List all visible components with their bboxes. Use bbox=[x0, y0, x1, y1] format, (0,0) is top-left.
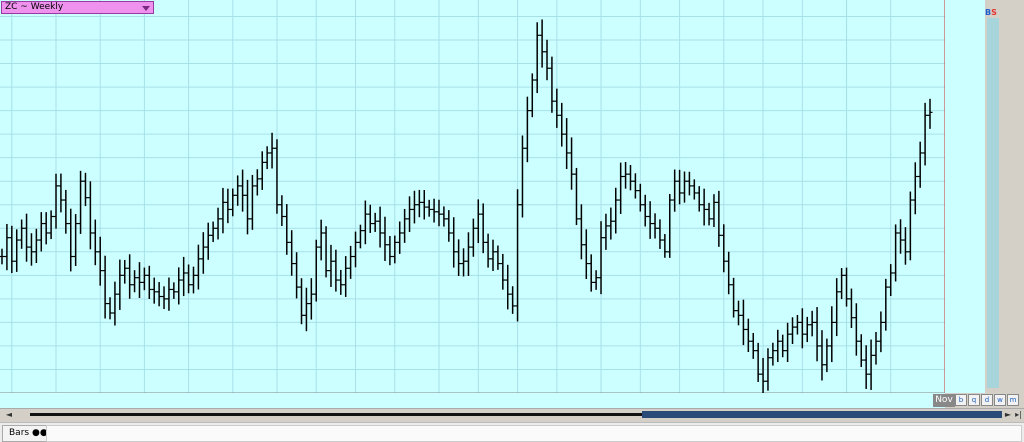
symbol-title: ZC ~ Weekly bbox=[5, 2, 64, 12]
price-axis bbox=[945, 0, 985, 393]
vertical-scroll-track[interactable] bbox=[987, 18, 999, 388]
scroll-left-icon[interactable]: ◄ bbox=[4, 410, 14, 420]
period-button[interactable]: m bbox=[1007, 394, 1019, 406]
buy-sell-toggle[interactable]: BS bbox=[985, 8, 997, 17]
scroll-right-icon[interactable]: ► bbox=[1003, 410, 1013, 420]
scroll-thumb[interactable] bbox=[642, 411, 1002, 418]
horizontal-scrollbar[interactable]: ◄ ► ▸| bbox=[0, 408, 1024, 422]
period-button[interactable]: d bbox=[981, 394, 993, 406]
scroll-end-icon[interactable]: ▸| bbox=[1014, 410, 1023, 420]
status-field bbox=[46, 425, 1022, 442]
status-bar: Bars ●● bbox=[0, 422, 1024, 442]
symbol-dropdown[interactable]: ZC ~ Weekly bbox=[1, 1, 154, 14]
chart-plot-area[interactable]: 460^0450^0440^0430^0420^0410^0400^0390^0… bbox=[0, 0, 983, 407]
period-button[interactable]: b bbox=[955, 394, 967, 406]
scroll-track[interactable] bbox=[30, 413, 642, 416]
bars-tab-label: Bars bbox=[9, 428, 30, 438]
price-chart: 460^0450^0440^0430^0420^0410^0400^0390^0… bbox=[0, 0, 983, 407]
current-month-tag: Nov bbox=[933, 394, 955, 407]
chevron-down-icon[interactable] bbox=[142, 6, 150, 11]
period-button[interactable]: w bbox=[994, 394, 1006, 406]
period-button[interactable]: q bbox=[968, 394, 980, 406]
date-axis bbox=[0, 393, 945, 408]
period-buttons: b q d w m bbox=[955, 394, 1019, 406]
sell-label[interactable]: S bbox=[991, 8, 997, 17]
